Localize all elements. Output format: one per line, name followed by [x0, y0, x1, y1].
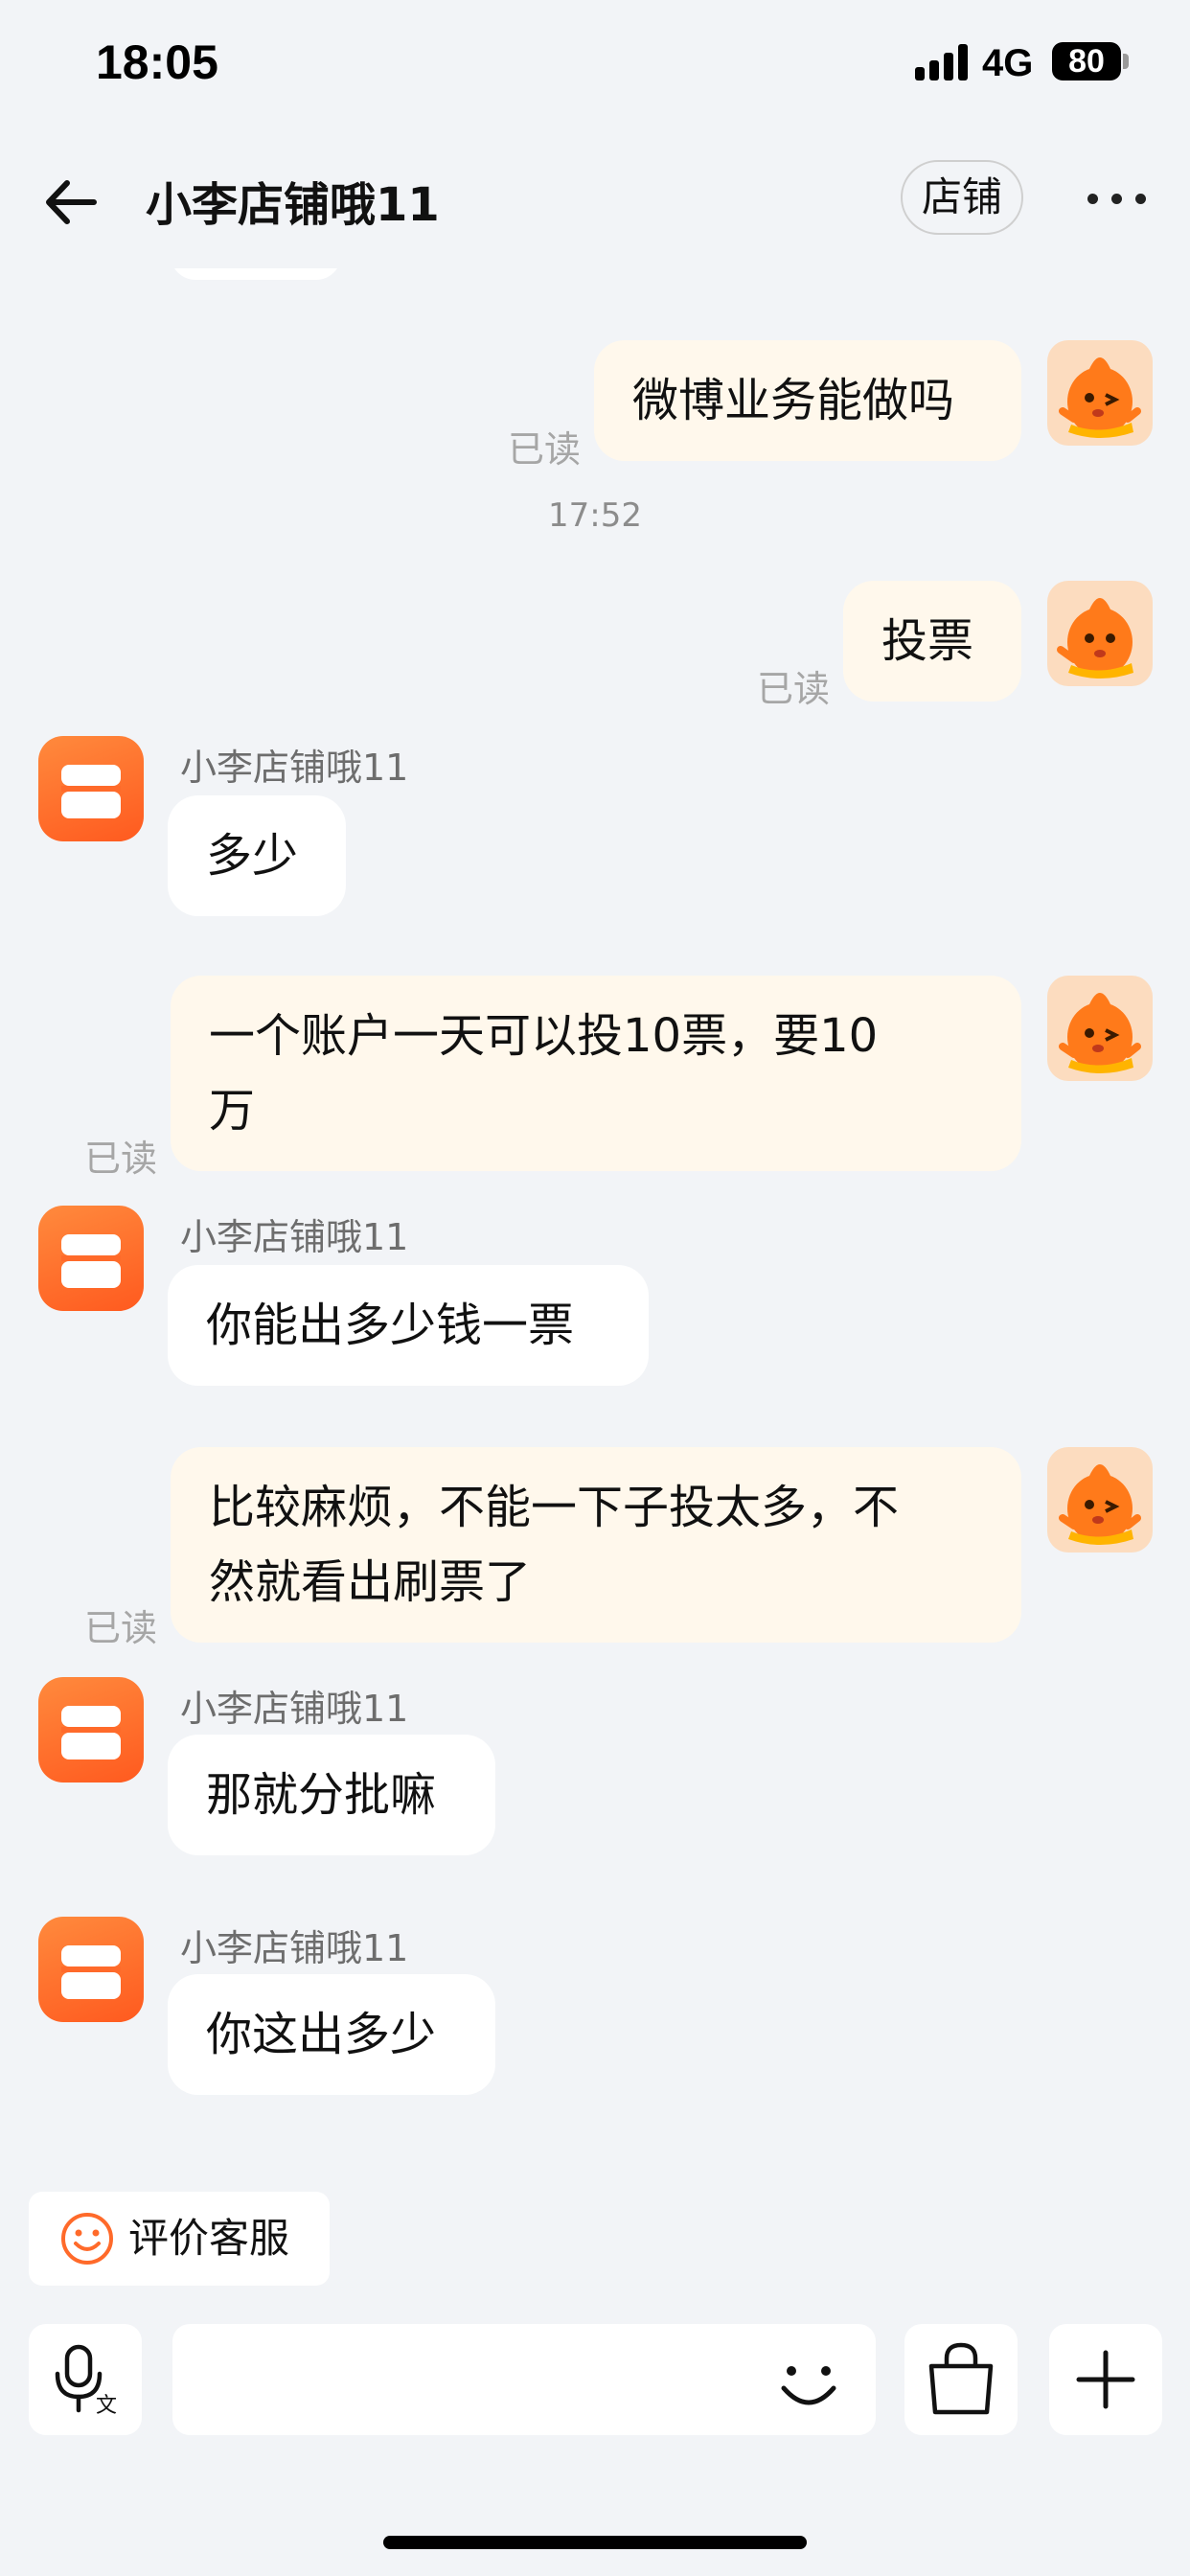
shop-avatar[interactable] — [38, 736, 144, 841]
shopping-bag-button[interactable] — [904, 2324, 1018, 2435]
store-icon — [61, 765, 121, 818]
nav-bar: 小李店铺哦11 店铺 — [0, 134, 1190, 268]
rate-service-button[interactable]: 评价客服 — [29, 2192, 330, 2286]
plus-icon — [1076, 2350, 1135, 2409]
chat-area[interactable]: 已读 微博业务能做吗 17:52 已读 投票 小李店铺哦11 多少 已读 一个账… — [0, 268, 1190, 2185]
message-text-line: 一个账户一天可以投10票，要10 — [209, 1009, 879, 1063]
message-text: 微博业务能做吗 — [632, 374, 955, 427]
shop-avatar[interactable] — [38, 1677, 144, 1782]
store-icon — [61, 1234, 121, 1288]
voice-to-text-icon: 文 — [55, 2344, 117, 2418]
input-bar: 文 — [0, 2310, 1190, 2444]
message-text-line: 然就看出刷票了 — [209, 1555, 532, 1609]
back-arrow-icon[interactable] — [38, 169, 105, 236]
read-status: 已读 — [84, 1607, 158, 1649]
mascot-avatar-icon — [1059, 993, 1141, 1073]
message-text-line: 万 — [209, 1084, 256, 1138]
shop-avatar[interactable] — [38, 1206, 144, 1311]
message-bubble-self[interactable]: 比较麻烦，不能一下子投太多，不 然就看出刷票了 — [171, 1447, 1021, 1643]
message-bubble-self[interactable]: 一个账户一天可以投10票，要10 万 — [171, 976, 1021, 1171]
rate-service-label: 评价客服 — [128, 2215, 290, 2262]
shop-avatar[interactable] — [38, 1917, 144, 2022]
user-avatar[interactable] — [1047, 581, 1153, 686]
store-icon — [61, 1945, 121, 1999]
message-bubble-other[interactable]: 你这出多少 — [168, 1974, 495, 2095]
message-bubble-other[interactable]: 多少 — [168, 795, 346, 916]
more-dots-icon[interactable] — [1087, 194, 1149, 205]
voice-to-text-button[interactable]: 文 — [29, 2324, 142, 2435]
message-bubble-other[interactable]: 你能出多少钱一票 — [168, 1265, 649, 1386]
shop-button[interactable]: 店铺 — [901, 160, 1023, 235]
message-bubble-self[interactable]: 投票 — [843, 581, 1021, 702]
battery-level: 80 — [1068, 43, 1105, 80]
network-label: 4G — [982, 42, 1034, 84]
message-text: 你能出多少钱一票 — [206, 1299, 575, 1352]
shopping-bag-icon — [928, 2342, 994, 2415]
battery-tip — [1123, 54, 1129, 69]
sender-name: 小李店铺哦11 — [180, 1216, 409, 1258]
svg-text:文: 文 — [96, 2394, 117, 2418]
user-avatar[interactable] — [1047, 340, 1153, 446]
partial-message-bubble — [171, 268, 341, 280]
page-title: 小李店铺哦11 — [146, 178, 440, 232]
time-separator: 17:52 — [548, 496, 642, 535]
mascot-avatar-icon — [1059, 1464, 1141, 1545]
store-icon — [61, 1706, 121, 1760]
read-status: 已读 — [84, 1138, 158, 1180]
sender-name: 小李店铺哦11 — [180, 1927, 409, 1969]
mascot-avatar-icon — [1059, 357, 1141, 438]
home-indicator[interactable] — [383, 2536, 807, 2549]
message-text: 多少 — [206, 829, 299, 883]
plus-button[interactable] — [1049, 2324, 1162, 2435]
smile-icon — [59, 2211, 115, 2266]
read-status: 已读 — [508, 428, 582, 471]
user-avatar[interactable] — [1047, 976, 1153, 1081]
message-text: 那就分批嘛 — [206, 1768, 437, 1822]
message-text: 你这出多少 — [206, 2008, 437, 2061]
message-bubble-self[interactable]: 微博业务能做吗 — [594, 340, 1021, 461]
signal-icon — [915, 44, 969, 80]
message-bubble-other[interactable]: 那就分批嘛 — [168, 1735, 495, 1855]
user-avatar[interactable] — [1047, 1447, 1153, 1552]
message-text-line: 比较麻烦，不能一下子投太多，不 — [209, 1481, 900, 1534]
message-text: 投票 — [881, 614, 974, 668]
status-bar: 18:05 4G 80 — [0, 0, 1190, 134]
emoji-icon[interactable] — [767, 2340, 851, 2425]
read-status: 已读 — [757, 668, 831, 710]
sender-name: 小李店铺哦11 — [180, 1688, 409, 1730]
mascot-avatar-icon — [1057, 598, 1133, 678]
sender-name: 小李店铺哦11 — [180, 747, 409, 789]
status-time: 18:05 — [96, 35, 218, 89]
battery-icon: 80 — [1052, 42, 1121, 80]
